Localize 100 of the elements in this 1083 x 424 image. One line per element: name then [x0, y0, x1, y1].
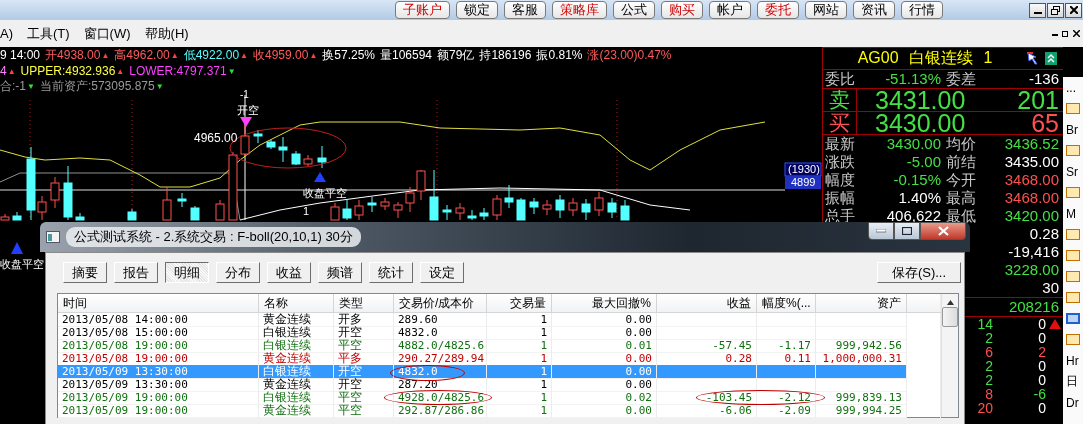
menu-item[interactable]: 窗口(W) — [83, 24, 131, 43]
tab[interactable]: 收益 — [267, 262, 311, 283]
trend-arrow: ▼ — [27, 81, 35, 93]
toolbar-button[interactable]: 公式 — [613, 1, 655, 19]
toolbar-button[interactable]: 锁定 — [456, 1, 498, 19]
column-header[interactable]: 交易价/成本价 — [394, 294, 487, 312]
tick-change: 0 — [1038, 373, 1046, 387]
save-button[interactable]: 保存(S)... — [877, 262, 961, 283]
table-cell: 2013/05/08 15:00:00 — [58, 326, 259, 340]
table-cell: 白银连续 — [259, 339, 334, 353]
toolbar-button[interactable]: 帐户 — [709, 1, 751, 19]
side-toolbar-item[interactable]: ... — [1063, 77, 1083, 98]
tab[interactable]: 分布 — [216, 262, 260, 283]
chart-period-icon[interactable] — [1066, 292, 1080, 303]
maximize-button[interactable] — [894, 222, 920, 240]
toolbar-button[interactable]: 资讯 — [853, 1, 895, 19]
column-header[interactable]: 收益 — [657, 294, 757, 312]
table-row[interactable]: 2013/05/08 19:00:00 白银连续 平空 4882.0/4825.6 1 0.01 -57.45 -1.17 999,942.56 — [58, 339, 941, 352]
toolbar-button[interactable]: 委托 — [757, 1, 799, 19]
quote-label: 委比 — [825, 70, 856, 88]
scroll-up-icon[interactable] — [946, 300, 954, 305]
chart-period-icon[interactable] — [1066, 103, 1080, 114]
tick-count: 2 — [985, 373, 993, 387]
column-header[interactable]: 资产 — [816, 294, 907, 312]
toolbar-button[interactable]: 策略库 — [552, 1, 607, 19]
close-button[interactable] — [920, 222, 966, 240]
table-cell: 2013/05/08 14:00:00 — [58, 313, 259, 327]
quote-value: 1.40% — [897, 189, 941, 207]
chart-period-icon[interactable] — [1066, 229, 1080, 240]
close-button[interactable] — [1065, 2, 1082, 18]
toolbar-button[interactable]: 行情 — [901, 1, 943, 19]
column-header[interactable]: 最大回撤% — [552, 294, 657, 312]
chart-period-icon[interactable] — [1066, 313, 1080, 324]
minimize-button[interactable] — [868, 222, 894, 240]
toolbar-button[interactable]: 网站 — [805, 1, 847, 19]
side-toolbar-item[interactable]: M — [1063, 203, 1083, 224]
toolbar-button[interactable]: 客服 — [504, 1, 546, 19]
cursor-icon[interactable] — [1027, 52, 1041, 65]
tab[interactable]: 频谱 — [318, 262, 362, 283]
chart-label: 收盘平空 — [0, 258, 44, 270]
menu-item[interactable]: 帮助(H) — [144, 24, 189, 43]
table-cell: 289.60 — [394, 313, 487, 327]
menu-item[interactable]: 工具(T) — [27, 24, 70, 43]
side-toolbar-item[interactable]: 日 — [1063, 371, 1083, 392]
table-cell: 白银连续 — [259, 391, 334, 405]
column-header[interactable]: 类型 — [334, 294, 394, 312]
side-toolbar-item[interactable]: Hr — [1063, 350, 1083, 371]
chart-label: 收盘平空 — [303, 187, 347, 199]
buy-signal-icon — [314, 172, 326, 182]
table-cell: 999,942.56 — [816, 339, 907, 353]
restore-icon[interactable] — [1062, 30, 1069, 37]
indicator-value: 高4962.00 — [114, 48, 170, 64]
tab[interactable]: 摘要 — [63, 262, 107, 283]
close-icon[interactable] — [1073, 30, 1080, 37]
toolbar-button[interactable]: 子账户 — [395, 1, 450, 19]
table-cell: 4882.0/4825.6 — [394, 339, 487, 353]
side-toolbar-item[interactable]: Dr — [1063, 392, 1083, 413]
trend-arrow: ▼ — [227, 65, 236, 78]
column-header[interactable]: 名称 — [259, 294, 334, 312]
tab[interactable]: 统计 — [369, 262, 413, 283]
scrollbar[interactable] — [941, 294, 958, 417]
trend-arrow: ▼ — [155, 81, 164, 93]
menu-item[interactable]: A) — [0, 26, 13, 41]
column-header[interactable]: 交易量 — [487, 294, 552, 312]
table-row[interactable]: 2013/05/08 15:00:00 白银连续 开空 4832.0 1 0.00 — [58, 326, 941, 339]
minimize-button[interactable] — [1029, 2, 1046, 18]
tab[interactable]: 明细 — [165, 262, 209, 283]
chart-period-icon[interactable] — [1066, 145, 1080, 156]
chart-period-icon[interactable] — [1066, 187, 1080, 198]
table-row[interactable]: 2013/05/09 19:00:00 黄金连续 平空 292.87/286.86 1 0.00 -6.06 -2.09 999,994.25 — [58, 404, 941, 417]
table-row[interactable]: 2013/05/09 19:00:00 白银连续 平空 4928.0/4825.6 1 0.02 -103.45 -2.12 999,839.13 — [58, 391, 941, 404]
chart-period-icon[interactable] — [1066, 250, 1080, 261]
order-volume: 65 — [1031, 112, 1060, 134]
chart-period-icon[interactable] — [1066, 271, 1080, 282]
column-header[interactable]: 时间 — [58, 294, 259, 312]
quote-value: 30 — [1042, 279, 1059, 296]
tab[interactable]: 报告 — [114, 262, 158, 283]
tab[interactable]: 设定 — [420, 262, 464, 283]
column-header[interactable]: 幅度%(... — [757, 294, 816, 312]
quote-label: 涨跌 — [825, 153, 856, 171]
double-caret-icon[interactable] — [1045, 52, 1057, 65]
table-cell: 黄金连续 — [259, 313, 334, 327]
toolbar-button[interactable]: 购买 — [661, 1, 703, 19]
table-cell: 0.00 — [552, 404, 657, 418]
chart-label: 4965.00 — [194, 131, 238, 145]
tick-count: 2 — [985, 359, 993, 373]
table-row[interactable]: 2013/05/08 14:00:00 黄金连续 开多 289.60 1 0.00 — [58, 313, 941, 326]
crosshair-price-label: (1930) 4899 — [784, 162, 822, 189]
buy-signal-icon — [11, 242, 23, 254]
tick-count: 2 — [985, 331, 993, 345]
side-toolbar-item[interactable]: Sr — [1063, 161, 1083, 182]
side-toolbar-item[interactable]: Br — [1063, 119, 1083, 140]
scroll-thumb[interactable] — [942, 307, 958, 327]
quote-value: 3468.00 — [1003, 171, 1059, 189]
table-cell: 平空 — [334, 404, 394, 418]
chart-label: -1 — [240, 89, 249, 100]
chart-period-icon[interactable] — [1066, 334, 1080, 345]
table-cell: 2013/05/09 13:30:00 — [58, 378, 259, 392]
indicator-value: 收4959.00 — [253, 48, 309, 64]
restore-button[interactable] — [1047, 2, 1064, 18]
